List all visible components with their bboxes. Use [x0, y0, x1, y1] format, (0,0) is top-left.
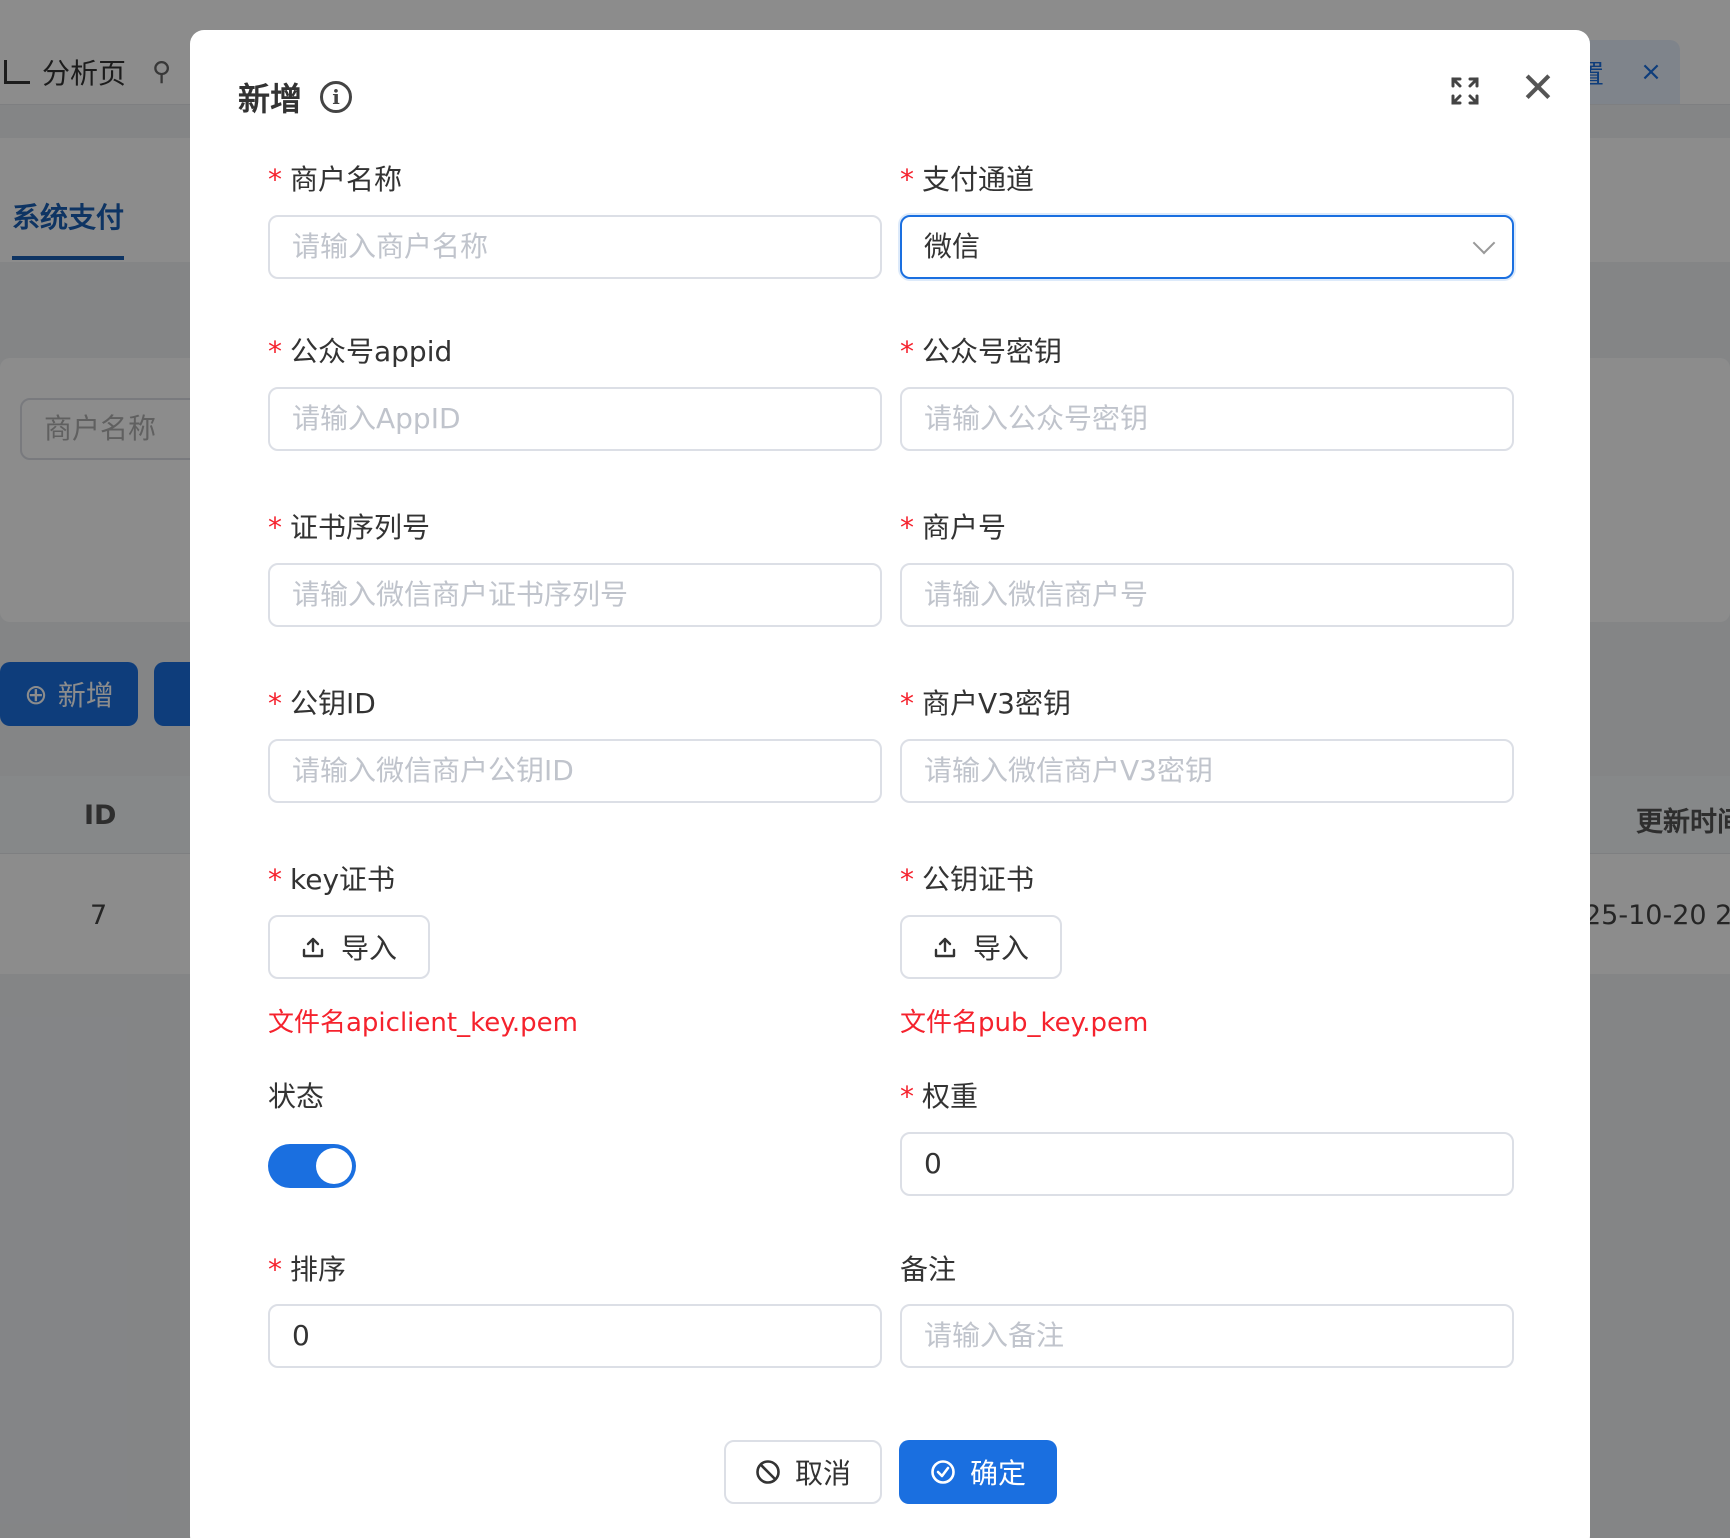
fullscreen-icon[interactable] — [1450, 76, 1480, 106]
pubkey-id-input[interactable]: 请输入微信商户公钥ID — [268, 739, 882, 803]
label-mp-secret: * 公众号密钥 — [900, 335, 1063, 368]
channel-select[interactable]: 微信 — [900, 215, 1514, 279]
merchant-name-input[interactable]: 请输入商户名称 — [268, 215, 882, 279]
dialog-title: 新增 — [238, 80, 303, 118]
pub-cert-hint: 文件名pub_key.pem — [900, 1008, 1149, 1038]
key-cert-import-label: 导入 — [340, 932, 397, 965]
label-pub-cert: * 公钥证书 — [900, 863, 1035, 896]
label-key-cert: * key证书 — [268, 863, 396, 896]
status-toggle[interactable] — [268, 1144, 356, 1188]
label-merchant-name: * 商户名称 — [268, 163, 403, 196]
label-status: 状态 — [268, 1080, 325, 1113]
add-dialog: 新增 i ✕ * 商户名称 请输入商户名称 * 支付通道 微信 * 公众号appid … — [190, 30, 1590, 1538]
dialog-header: 新增 i — [238, 74, 353, 120]
info-icon[interactable]: i — [320, 81, 353, 113]
cert-serial-input[interactable]: 请输入微信商户证书序列号 — [268, 563, 882, 627]
label-appid: * 公众号appid — [268, 335, 453, 368]
mp-secret-input[interactable]: 请输入公众号密钥 — [900, 387, 1514, 451]
cancel-button[interactable]: 取消 — [724, 1440, 882, 1504]
pub-cert-import-button[interactable]: 导入 — [900, 915, 1062, 979]
confirm-button[interactable]: 确定 — [899, 1440, 1057, 1504]
ban-icon — [756, 1460, 780, 1484]
sort-input[interactable]: 0 — [268, 1304, 882, 1368]
pub-cert-import-label: 导入 — [972, 932, 1029, 965]
label-weight: * 权重 — [900, 1080, 979, 1113]
key-cert-hint: 文件名apiclient_key.pem — [268, 1008, 578, 1038]
label-channel: * 支付通道 — [900, 163, 1035, 196]
v3-key-input[interactable]: 请输入微信商户V3密钥 — [900, 739, 1514, 803]
label-pubkey-id: * 公钥ID — [268, 687, 376, 720]
merchant-no-input[interactable]: 请输入微信商户号 — [900, 563, 1514, 627]
close-icon[interactable]: ✕ — [1516, 67, 1560, 112]
check-circle-icon — [931, 1460, 955, 1484]
confirm-button-label: 确定 — [969, 1457, 1026, 1490]
label-cert-serial: * 证书序列号 — [268, 511, 431, 544]
key-cert-import-button[interactable]: 导入 — [268, 915, 430, 979]
appid-input[interactable]: 请输入AppID — [268, 387, 882, 451]
toggle-knob — [316, 1148, 352, 1184]
label-v3-key: * 商户V3密钥 — [900, 687, 1071, 720]
upload-icon — [302, 937, 324, 958]
label-sort: * 排序 — [268, 1253, 347, 1286]
remark-input[interactable]: 请输入备注 — [900, 1304, 1514, 1368]
label-merchant-no: * 商户号 — [900, 511, 1007, 544]
upload-icon — [934, 937, 956, 958]
weight-input[interactable]: 0 — [900, 1132, 1514, 1196]
chevron-down-icon — [1472, 231, 1496, 255]
cancel-button-label: 取消 — [794, 1457, 851, 1490]
channel-select-value: 微信 — [924, 230, 981, 263]
label-remark: 备注 — [900, 1253, 957, 1286]
